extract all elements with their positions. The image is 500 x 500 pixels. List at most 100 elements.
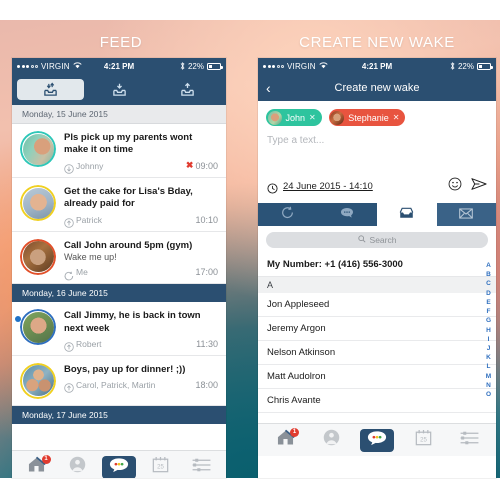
mode-tab-envelope[interactable] — [436, 203, 496, 226]
alpha-index-letter[interactable]: E — [486, 298, 490, 307]
feed-row-meta: Patrick 10:10 — [64, 214, 218, 228]
status-bar-wake: VIRGIN 4:21 PM 22% — [258, 58, 496, 75]
feed-message-title: Pls pick up my parents wont make it on t… — [64, 132, 193, 156]
tab-profile[interactable] — [61, 456, 95, 479]
mode-tab-chat-bubble[interactable] — [317, 203, 377, 226]
avatar[interactable] — [20, 238, 56, 275]
contact-list-area[interactable]: My Number: +1 (416) 556-3000 A Jon Apple… — [258, 253, 496, 423]
contact-list[interactable]: Jon Appleseed Jeremy Argon Nelson Atkinson… — [258, 293, 496, 413]
close-x-icon[interactable]: ✕ — [393, 113, 400, 122]
tab-list[interactable] — [452, 429, 486, 452]
feed-time-value: 10:10 — [195, 214, 218, 225]
panel-title-feed: FEED — [99, 34, 143, 51]
arrow-up-circle-icon — [64, 215, 74, 228]
feed-row[interactable]: Get the cake for Lisa's Bday, already pa… — [12, 178, 226, 232]
tab-profile[interactable] — [314, 429, 348, 452]
recipient-chips[interactable]: John ✕ Stephanie ✕ — [258, 101, 496, 133]
contact-row[interactable]: Chris Avante — [258, 389, 496, 413]
alpha-index-letter[interactable]: M — [486, 372, 491, 381]
chat-bubble-icon — [340, 206, 354, 224]
feed-row[interactable]: Call John around 5pm (gym) Wake me up! Me 1… — [12, 232, 226, 285]
tab-calendar[interactable]: 25 — [143, 456, 177, 479]
message-input[interactable]: Type a text... — [258, 133, 496, 173]
background-bottom-strip — [0, 478, 500, 500]
alpha-index-letter[interactable]: K — [486, 353, 491, 362]
alpha-index-letter[interactable]: N — [486, 381, 491, 390]
mode-tab-inbox-tray[interactable] — [377, 203, 437, 226]
tab-home[interactable]: 1 — [268, 427, 302, 452]
failed-x-icon: ✖ — [185, 160, 194, 171]
contact-row[interactable]: Nelson Atkinson — [258, 341, 496, 365]
alpha-index-letter[interactable]: A — [486, 261, 491, 270]
list-icon — [460, 431, 479, 450]
alpha-index-letter[interactable]: D — [486, 289, 491, 298]
contact-row[interactable]: Jeremy Argon — [258, 317, 496, 341]
feed-row-body: Get the cake for Lisa's Bday, already pa… — [64, 185, 218, 228]
feed-segmented-control[interactable] — [12, 75, 226, 105]
segment-received[interactable] — [86, 79, 153, 100]
notification-badge: 1 — [290, 427, 299, 437]
tab-list[interactable] — [184, 456, 218, 479]
schedule-row[interactable]: 24 June 2015 - 14:10 — [258, 173, 496, 203]
feed-row-meta: Robert 11:30 — [64, 338, 218, 353]
feed-row[interactable]: Pls pick up my parents wont make it on t… — [12, 124, 226, 179]
avatar[interactable] — [20, 309, 56, 346]
tab-chat-bubble[interactable] — [360, 428, 394, 452]
tab-chat-bubble[interactable] — [101, 455, 136, 478]
search-container[interactable]: Search — [258, 226, 496, 253]
search-input[interactable]: Search — [266, 232, 488, 248]
arrow-up-circle-icon — [64, 380, 74, 394]
search-placeholder: Search — [369, 235, 397, 245]
feed-message-title: Get the cake for Lisa's Bday, already pa… — [64, 186, 193, 210]
mode-tab-bar[interactable] — [258, 203, 496, 226]
alphabet-index[interactable]: ABCDEFGHIJKLMNO — [483, 261, 494, 399]
segment-sent[interactable] — [154, 79, 221, 100]
inbox-tray-icon — [399, 206, 414, 224]
notification-badge: 1 — [41, 454, 51, 464]
recipient-chip[interactable]: Stephanie ✕ — [328, 109, 406, 126]
tab-bar-feed[interactable]: 1 25 — [12, 450, 226, 478]
recipient-chip[interactable]: John ✕ — [266, 109, 322, 126]
feed-row-meta: Carol, Patrick, Martin 18:00 — [64, 380, 218, 394]
feed-time-value: 09:00 — [195, 160, 218, 171]
smiley-icon[interactable] — [448, 177, 462, 196]
alpha-index-letter[interactable]: L — [487, 362, 491, 371]
mode-tab-refresh[interactable] — [258, 203, 318, 226]
tab-home[interactable]: 1 — [20, 454, 54, 479]
alpha-index-letter[interactable]: I — [488, 335, 490, 344]
alpha-index-letter[interactable]: H — [486, 326, 491, 335]
avatar-ring — [20, 238, 56, 275]
nav-bar: ‹ Create new wake — [258, 75, 496, 101]
send-paperplane-icon[interactable] — [471, 177, 487, 196]
feed-message-title: Call Jimmy, he is back in town next week — [64, 310, 201, 334]
contact-row[interactable]: Jon Appleseed — [258, 293, 496, 317]
feed-row[interactable]: Boys, pay up for dinner! ;)) Carol, Patri… — [12, 356, 226, 406]
feed-sender-name: Robert — [76, 338, 102, 349]
feed-list[interactable]: Monday, 15 June 2015 Pls pick up my paren… — [12, 105, 226, 450]
avatar[interactable] — [20, 362, 56, 399]
chat-bubble-icon — [109, 457, 129, 478]
close-x-icon[interactable]: ✕ — [309, 113, 316, 122]
alpha-index-letter[interactable]: B — [486, 270, 491, 279]
alpha-index-letter[interactable]: J — [487, 344, 491, 353]
avatar[interactable] — [20, 131, 56, 167]
calendar-icon: 25 — [415, 429, 432, 451]
avatar-ring — [20, 309, 56, 346]
status-time: 4:21 PM — [361, 62, 393, 71]
arrow-up-circle-icon — [64, 339, 74, 353]
chevron-left-icon[interactable]: ‹ — [266, 81, 271, 95]
alpha-index-letter[interactable]: C — [486, 279, 491, 288]
svg-text:25: 25 — [157, 465, 164, 471]
alpha-index-letter[interactable]: O — [486, 390, 491, 399]
segment-inbox[interactable] — [17, 79, 84, 100]
feed-sender-name: Johnny — [76, 160, 104, 171]
feed-row[interactable]: Call Jimmy, he is back in town next week… — [12, 302, 226, 356]
alpha-index-letter[interactable]: G — [486, 316, 491, 325]
tab-bar-wake[interactable]: 1 25 — [258, 423, 496, 456]
alpha-index-letter[interactable]: F — [487, 307, 491, 316]
feed-row-meta: Me 17:00 — [64, 267, 218, 281]
avatar[interactable] — [20, 185, 56, 222]
tab-calendar[interactable]: 25 — [406, 429, 440, 452]
schedule-datetime[interactable]: 24 June 2015 - 14:10 — [283, 181, 373, 192]
contact-row[interactable]: Matt Audolron — [258, 365, 496, 389]
